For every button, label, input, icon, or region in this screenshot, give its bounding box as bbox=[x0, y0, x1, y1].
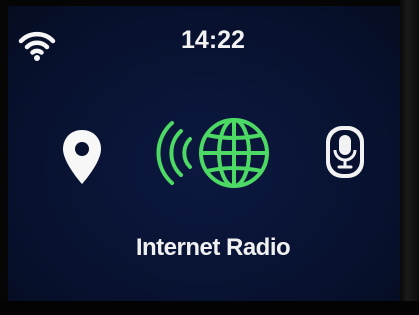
globe-radio-waves-icon[interactable] bbox=[154, 111, 278, 195]
status-bar: 14:22 bbox=[8, 6, 400, 76]
selected-mode-label: Internet Radio bbox=[135, 234, 291, 261]
wifi-icon bbox=[18, 31, 56, 61]
device-frame-bottom bbox=[0, 301, 419, 315]
microphone-icon[interactable] bbox=[324, 124, 366, 180]
mode-carousel bbox=[8, 106, 400, 206]
device-bezel: 14:22 Internet Radio bbox=[0, 0, 419, 315]
location-pin-icon[interactable] bbox=[60, 128, 104, 188]
display-screen: 14:22 Internet Radio bbox=[8, 6, 400, 301]
device-frame-edge bbox=[400, 0, 419, 315]
clock-time: 14:22 bbox=[181, 26, 245, 54]
